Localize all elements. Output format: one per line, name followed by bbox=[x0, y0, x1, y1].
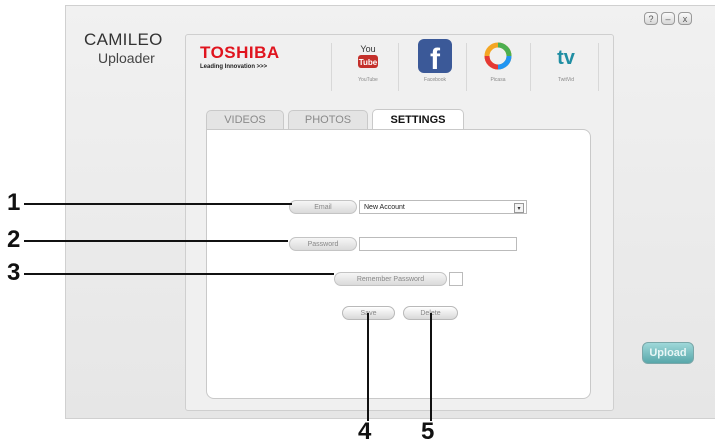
email-row: Email New Account ▾ bbox=[289, 200, 527, 214]
tab-settings[interactable]: SETTINGS bbox=[372, 109, 464, 130]
svg-text:tv: tv bbox=[557, 47, 576, 68]
callout-line bbox=[24, 273, 334, 275]
svg-text:You: You bbox=[360, 44, 375, 54]
service-label: Facebook bbox=[424, 77, 446, 83]
email-select-value: New Account bbox=[364, 203, 405, 211]
password-row: Password bbox=[289, 237, 517, 251]
callout-number: 2 bbox=[7, 226, 21, 253]
svg-text:Tube: Tube bbox=[359, 58, 378, 67]
divider bbox=[530, 43, 531, 91]
email-label: Email bbox=[289, 200, 357, 214]
password-field[interactable] bbox=[359, 237, 517, 251]
youtube-icon: You Tube bbox=[351, 39, 385, 73]
service-twitvid[interactable]: tv TwitVid bbox=[536, 39, 596, 83]
chevron-down-icon[interactable]: ▾ bbox=[514, 203, 524, 213]
svg-text:f: f bbox=[430, 43, 441, 73]
service-facebook[interactable]: f Facebook bbox=[405, 39, 465, 83]
settings-panel: Email New Account ▾ Password Remember Pa… bbox=[206, 129, 591, 399]
app-title-sub: Uploader bbox=[98, 50, 155, 66]
callout-number: 4 bbox=[358, 418, 372, 445]
callout-number: 1 bbox=[7, 189, 21, 216]
twitvid-icon: tv bbox=[549, 39, 583, 73]
service-label: TwitVid bbox=[557, 77, 575, 83]
service-youtube[interactable]: You Tube YouTube bbox=[338, 39, 398, 83]
service-label: YouTube bbox=[358, 77, 378, 83]
divider bbox=[466, 43, 467, 91]
app-window: CAMILEO Uploader ? – x TOSHIBA Leading I… bbox=[65, 5, 715, 419]
tab-videos[interactable]: VIDEOS bbox=[206, 110, 284, 129]
callout-line bbox=[430, 313, 432, 421]
divider bbox=[598, 43, 599, 91]
minimize-button[interactable]: – bbox=[661, 12, 675, 25]
email-select[interactable]: New Account ▾ bbox=[359, 200, 527, 214]
help-button[interactable]: ? bbox=[644, 12, 658, 25]
toshiba-logo: TOSHIBA Leading Innovation >>> bbox=[200, 43, 280, 70]
callout-line bbox=[24, 203, 292, 205]
upload-button[interactable]: Upload bbox=[642, 342, 694, 364]
divider bbox=[331, 43, 332, 91]
password-label: Password bbox=[289, 237, 357, 251]
callout-line bbox=[367, 313, 369, 421]
close-button[interactable]: x bbox=[678, 12, 692, 25]
remember-label: Remember Password bbox=[334, 272, 447, 286]
divider bbox=[398, 43, 399, 91]
service-picasa[interactable]: Picasa bbox=[468, 39, 528, 83]
action-row: Save Delete bbox=[342, 306, 458, 320]
callout-number: 5 bbox=[421, 418, 435, 445]
callout-number: 3 bbox=[7, 259, 21, 286]
service-label: Picasa bbox=[490, 77, 506, 83]
callout-line bbox=[24, 240, 288, 242]
brand-tagline: Leading Innovation >>> bbox=[200, 64, 268, 70]
brand-name: TOSHIBA bbox=[200, 43, 280, 62]
tab-photos[interactable]: PHOTOS bbox=[288, 110, 368, 129]
main-panel: TOSHIBA Leading Innovation >>> You Tube … bbox=[185, 34, 614, 411]
remember-checkbox[interactable] bbox=[449, 272, 463, 286]
facebook-icon: f bbox=[418, 39, 452, 73]
app-title: CAMILEO Uploader bbox=[84, 31, 163, 65]
remember-row: Remember Password bbox=[334, 272, 463, 286]
app-title-main: CAMILEO bbox=[84, 30, 163, 49]
window-controls: ? – x bbox=[644, 12, 692, 25]
picasa-icon bbox=[481, 39, 515, 73]
